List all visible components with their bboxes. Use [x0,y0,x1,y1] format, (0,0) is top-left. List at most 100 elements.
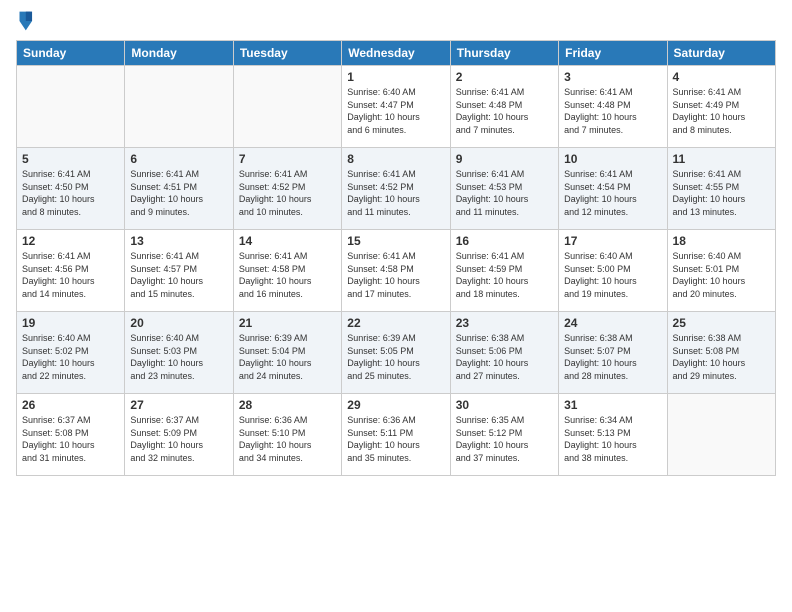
day-cell: 6 Sunrise: 6:41 AM Sunset: 4:51 PM Daylig… [125,148,233,230]
day-number: 17 [564,234,661,248]
day-number: 1 [347,70,444,84]
day-number: 25 [673,316,770,330]
day-header-friday: Friday [559,41,667,66]
day-number: 15 [347,234,444,248]
day-info: Sunrise: 6:41 AM Sunset: 4:53 PM Dayligh… [456,168,553,218]
day-info: Sunrise: 6:40 AM Sunset: 5:01 PM Dayligh… [673,250,770,300]
day-number: 26 [22,398,119,412]
day-info: Sunrise: 6:38 AM Sunset: 5:08 PM Dayligh… [673,332,770,382]
day-cell: 8 Sunrise: 6:41 AM Sunset: 4:52 PM Daylig… [342,148,450,230]
day-cell: 25 Sunrise: 6:38 AM Sunset: 5:08 PM Dayli… [667,312,775,394]
day-number: 4 [673,70,770,84]
day-cell: 23 Sunrise: 6:38 AM Sunset: 5:06 PM Dayli… [450,312,558,394]
day-number: 16 [456,234,553,248]
day-info: Sunrise: 6:40 AM Sunset: 5:03 PM Dayligh… [130,332,227,382]
day-header-thursday: Thursday [450,41,558,66]
day-number: 13 [130,234,227,248]
day-cell: 29 Sunrise: 6:36 AM Sunset: 5:11 PM Dayli… [342,394,450,476]
day-number: 7 [239,152,336,166]
day-number: 5 [22,152,119,166]
logo [16,12,38,32]
day-cell: 11Sunrise: 6:41 AM Sunset: 4:55 PM Dayli… [667,148,775,230]
day-cell: 21 Sunrise: 6:39 AM Sunset: 5:04 PM Dayli… [233,312,341,394]
logo-icon [16,10,34,32]
day-number: 3 [564,70,661,84]
page: SundayMondayTuesdayWednesdayThursdayFrid… [0,0,792,612]
day-number: 29 [347,398,444,412]
day-info: Sunrise: 6:41 AM Sunset: 4:58 PM Dayligh… [239,250,336,300]
day-info: Sunrise: 6:41 AM Sunset: 4:48 PM Dayligh… [564,86,661,136]
day-number: 23 [456,316,553,330]
day-number: 30 [456,398,553,412]
day-info: Sunrise: 6:41 AM Sunset: 4:59 PM Dayligh… [456,250,553,300]
day-info: Sunrise: 6:41 AM Sunset: 4:54 PM Dayligh… [564,168,661,218]
day-cell: 12 Sunrise: 6:41 AM Sunset: 4:56 PM Dayli… [17,230,125,312]
week-row-1: 1 Sunrise: 6:40 AM Sunset: 4:47 PM Daylig… [17,66,776,148]
day-info: Sunrise: 6:39 AM Sunset: 5:05 PM Dayligh… [347,332,444,382]
day-info: Sunrise: 6:34 AM Sunset: 5:13 PM Dayligh… [564,414,661,464]
day-cell: 3 Sunrise: 6:41 AM Sunset: 4:48 PM Daylig… [559,66,667,148]
calendar: SundayMondayTuesdayWednesdayThursdayFrid… [16,40,776,476]
day-cell: 10 Sunrise: 6:41 AM Sunset: 4:54 PM Dayli… [559,148,667,230]
day-cell: 26 Sunrise: 6:37 AM Sunset: 5:08 PM Dayli… [17,394,125,476]
day-cell: 30 Sunrise: 6:35 AM Sunset: 5:12 PM Dayli… [450,394,558,476]
week-row-5: 26 Sunrise: 6:37 AM Sunset: 5:08 PM Dayli… [17,394,776,476]
week-row-3: 12 Sunrise: 6:41 AM Sunset: 4:56 PM Dayli… [17,230,776,312]
day-info: Sunrise: 6:41 AM Sunset: 4:52 PM Dayligh… [239,168,336,218]
day-number: 11 [673,152,770,166]
day-header-wednesday: Wednesday [342,41,450,66]
day-cell [233,66,341,148]
day-cell: 28Sunrise: 6:36 AM Sunset: 5:10 PM Dayli… [233,394,341,476]
day-cell: 14Sunrise: 6:41 AM Sunset: 4:58 PM Dayli… [233,230,341,312]
day-info: Sunrise: 6:36 AM Sunset: 5:10 PM Dayligh… [239,414,336,464]
day-cell: 2 Sunrise: 6:41 AM Sunset: 4:48 PM Daylig… [450,66,558,148]
day-number: 12 [22,234,119,248]
week-row-2: 5 Sunrise: 6:41 AM Sunset: 4:50 PM Daylig… [17,148,776,230]
day-info: Sunrise: 6:38 AM Sunset: 5:06 PM Dayligh… [456,332,553,382]
day-number: 19 [22,316,119,330]
day-number: 24 [564,316,661,330]
calendar-header-row: SundayMondayTuesdayWednesdayThursdayFrid… [17,41,776,66]
day-cell: 5 Sunrise: 6:41 AM Sunset: 4:50 PM Daylig… [17,148,125,230]
day-info: Sunrise: 6:41 AM Sunset: 4:58 PM Dayligh… [347,250,444,300]
day-cell [667,394,775,476]
day-number: 2 [456,70,553,84]
day-number: 21 [239,316,336,330]
day-info: Sunrise: 6:41 AM Sunset: 4:52 PM Dayligh… [347,168,444,218]
day-cell: 13 Sunrise: 6:41 AM Sunset: 4:57 PM Dayli… [125,230,233,312]
header [16,12,776,32]
day-number: 8 [347,152,444,166]
day-cell: 22 Sunrise: 6:39 AM Sunset: 5:05 PM Dayli… [342,312,450,394]
day-info: Sunrise: 6:38 AM Sunset: 5:07 PM Dayligh… [564,332,661,382]
day-info: Sunrise: 6:39 AM Sunset: 5:04 PM Dayligh… [239,332,336,382]
day-number: 9 [456,152,553,166]
day-info: Sunrise: 6:36 AM Sunset: 5:11 PM Dayligh… [347,414,444,464]
day-header-sunday: Sunday [17,41,125,66]
day-number: 6 [130,152,227,166]
day-cell: 31 Sunrise: 6:34 AM Sunset: 5:13 PM Dayli… [559,394,667,476]
day-info: Sunrise: 6:40 AM Sunset: 5:00 PM Dayligh… [564,250,661,300]
day-number: 31 [564,398,661,412]
day-cell: 1 Sunrise: 6:40 AM Sunset: 4:47 PM Daylig… [342,66,450,148]
day-info: Sunrise: 6:40 AM Sunset: 5:02 PM Dayligh… [22,332,119,382]
day-info: Sunrise: 6:41 AM Sunset: 4:50 PM Dayligh… [22,168,119,218]
day-info: Sunrise: 6:40 AM Sunset: 4:47 PM Dayligh… [347,86,444,136]
day-header-tuesday: Tuesday [233,41,341,66]
day-number: 22 [347,316,444,330]
day-info: Sunrise: 6:41 AM Sunset: 4:51 PM Dayligh… [130,168,227,218]
day-number: 27 [130,398,227,412]
day-number: 10 [564,152,661,166]
day-info: Sunrise: 6:37 AM Sunset: 5:08 PM Dayligh… [22,414,119,464]
day-info: Sunrise: 6:41 AM Sunset: 4:57 PM Dayligh… [130,250,227,300]
day-info: Sunrise: 6:35 AM Sunset: 5:12 PM Dayligh… [456,414,553,464]
day-cell [17,66,125,148]
day-cell: 15 Sunrise: 6:41 AM Sunset: 4:58 PM Dayli… [342,230,450,312]
day-header-saturday: Saturday [667,41,775,66]
day-cell: 17 Sunrise: 6:40 AM Sunset: 5:00 PM Dayli… [559,230,667,312]
day-cell: 19 Sunrise: 6:40 AM Sunset: 5:02 PM Dayli… [17,312,125,394]
day-number: 18 [673,234,770,248]
day-header-monday: Monday [125,41,233,66]
day-cell: 4Sunrise: 6:41 AM Sunset: 4:49 PM Daylig… [667,66,775,148]
day-info: Sunrise: 6:41 AM Sunset: 4:48 PM Dayligh… [456,86,553,136]
day-info: Sunrise: 6:41 AM Sunset: 4:56 PM Dayligh… [22,250,119,300]
